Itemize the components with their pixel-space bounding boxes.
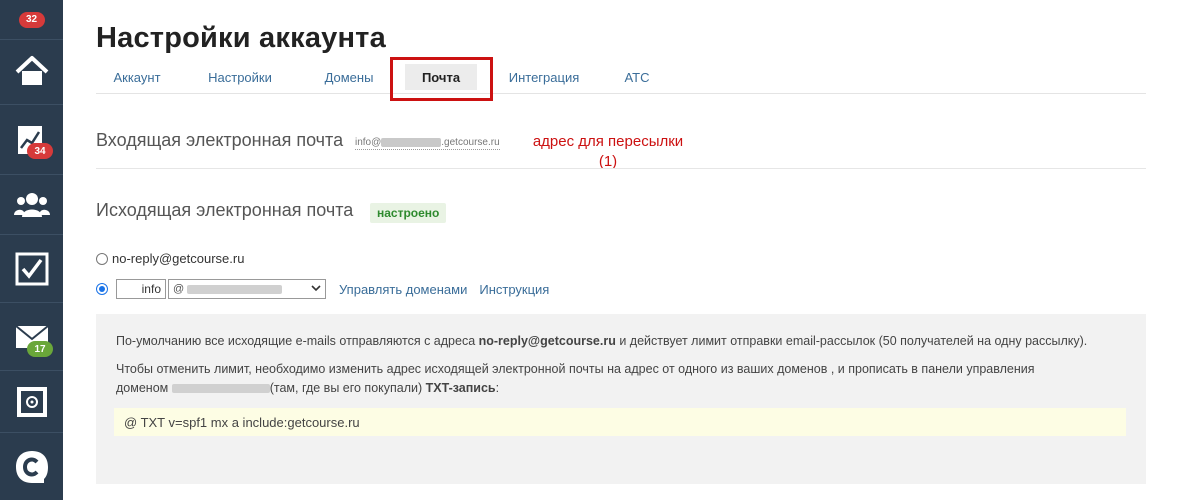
mail-badge: 17	[27, 341, 53, 357]
instructions-link[interactable]: Инструкция	[479, 282, 549, 297]
tab-bar: Аккаунт Настройки Домены Почта Интеграци…	[96, 60, 1146, 94]
page-title: Настройки аккаунта	[96, 22, 386, 54]
annotation-line1: адрес для пересылки	[532, 133, 684, 150]
incoming-email-label: Входящая электронная почта	[96, 130, 344, 150]
tab-highlight-frame	[390, 57, 493, 101]
info-panel: По-умолчанию все исходящие e-mails отпра…	[96, 314, 1146, 484]
home-icon	[15, 56, 48, 85]
sidebar-item-mail[interactable]: 17	[0, 303, 63, 371]
tab-settings[interactable]: Настройки	[199, 60, 281, 94]
annotation-line2: (1)	[598, 153, 618, 170]
sidebar-item-statistics[interactable]: 34	[0, 105, 63, 175]
notifications-badge: 32	[18, 11, 45, 28]
manage-domains-link[interactable]: Управлять доменами	[339, 282, 467, 297]
domain-select-value: @	[173, 283, 283, 295]
sidebar: 32 34 17	[0, 0, 63, 500]
info-paragraph-2-line1: Чтобы отменить лимит, необходимо изменит…	[116, 362, 1035, 376]
radio-custom[interactable]	[96, 283, 108, 295]
main-content: Настройки аккаунта Аккаунт Настройки Дом…	[63, 0, 1199, 500]
safe-icon	[16, 386, 47, 417]
info-paragraph-2-line2: доменом (там, где вы его покупали) TXT-з…	[116, 381, 500, 395]
status-badge: настроено	[370, 203, 447, 223]
default-address-bold: no-reply@getcourse.ru	[478, 334, 616, 348]
tab-account[interactable]: Аккаунт	[96, 60, 178, 94]
checkbox-icon	[15, 252, 48, 285]
masked-subdomain	[381, 137, 442, 147]
sidebar-item-notifications[interactable]: 32	[0, 0, 63, 40]
incoming-email-prefix: info@	[355, 137, 382, 148]
sidebar-item-home[interactable]	[0, 40, 63, 105]
radio-option-default[interactable]: no-reply@getcourse.ru	[96, 251, 244, 266]
incoming-email-address[interactable]: info@ .getcourse.ru	[355, 137, 500, 150]
chevron-down-icon	[311, 283, 321, 295]
sidebar-item-safe[interactable]	[0, 371, 63, 433]
sidebar-item-tasks[interactable]	[0, 235, 63, 303]
local-part-input[interactable]: info	[116, 279, 166, 299]
radio-option-custom[interactable]: info @ Управлять доменами Инструкция	[96, 279, 549, 299]
tab-integration[interactable]: Интеграция	[498, 60, 590, 94]
tab-domains[interactable]: Домены	[312, 60, 386, 94]
txt-record-code[interactable]: @ TXT v=spf1 mx a include:getcourse.ru	[114, 408, 1126, 436]
users-icon	[13, 192, 50, 217]
outgoing-email-label: Исходящая электронная почта	[96, 200, 354, 220]
annotation-forwarding: адрес для пересылки (1)	[518, 132, 698, 172]
radio-default-label: no-reply@getcourse.ru	[112, 251, 245, 266]
sidebar-item-logo[interactable]	[0, 433, 63, 500]
section-divider	[96, 168, 1146, 169]
tab-ats[interactable]: АТС	[609, 60, 665, 94]
sidebar-item-users[interactable]	[0, 175, 63, 235]
statistics-badge: 34	[27, 143, 53, 159]
getcourse-logo-icon	[15, 450, 48, 483]
info-paragraph-2: Чтобы отменить лимит, необходимо изменит…	[116, 360, 1126, 398]
radio-default[interactable]	[96, 252, 108, 265]
info-paragraph-1: По-умолчанию все исходящие e-mails отпра…	[116, 334, 1088, 348]
domain-select[interactable]: @	[168, 279, 326, 299]
incoming-email-suffix: .getcourse.ru	[441, 137, 500, 148]
txt-record-bold: TXT-запись	[425, 381, 496, 395]
